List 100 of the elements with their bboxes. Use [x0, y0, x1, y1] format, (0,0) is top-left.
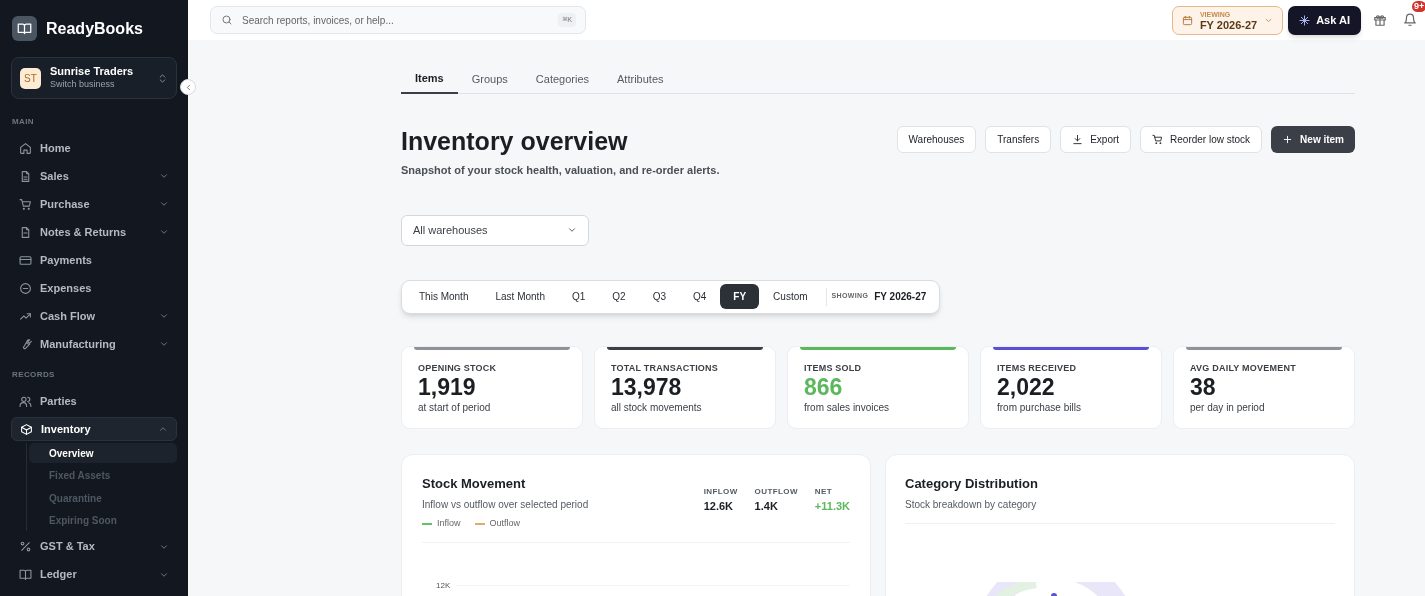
axis-label: 12K: [436, 579, 451, 592]
stat-label: TOTAL TRANSACTIONS: [611, 361, 720, 375]
section-heading: RECORDS: [11, 369, 56, 381]
sidebar-item[interactable]: Ledger: [11, 562, 177, 587]
sidebar-item[interactable]: Parties: [11, 389, 177, 413]
home-icon: [19, 141, 32, 155]
calendar-icon: [1181, 14, 1193, 26]
period-tab[interactable]: Q1: [558, 284, 599, 309]
period-tab[interactable]: This Month: [406, 284, 482, 309]
period-tab[interactable]: FY: [720, 284, 760, 309]
percent-icon: [19, 540, 32, 553]
tab[interactable]: Groups: [457, 64, 522, 94]
business-hint: Switch business: [50, 78, 116, 91]
card-title: Stock Movement: [422, 474, 527, 493]
sidebar-item[interactable]: Payments: [11, 248, 177, 272]
people-icon: [19, 394, 32, 408]
period-tab[interactable]: Q4: [680, 284, 720, 309]
notification-badge: 9+: [1412, 1, 1425, 12]
document-icon: [19, 225, 32, 239]
card-subtitle: Stock breakdown by category: [905, 498, 1038, 512]
card-subtitle: Inflow vs outflow over selected period: [422, 498, 590, 512]
action-button[interactable]: Export: [1060, 126, 1132, 153]
bell-icon: [1403, 13, 1417, 27]
sidebar-item[interactable]: Cash Flow: [11, 304, 177, 328]
stat-label: ITEMS SOLD: [804, 361, 863, 375]
total-label: INFLOW: [703, 485, 738, 498]
book-icon: [19, 568, 32, 581]
stat-note: per day in period: [1190, 401, 1266, 415]
cart-icon: [1152, 134, 1164, 145]
sidebar-item[interactable]: Purchase: [11, 192, 177, 216]
stat-note: from sales invoices: [804, 401, 891, 415]
sidebar-item[interactable]: Inventory: [11, 417, 177, 441]
sidebar-item[interactable]: Expenses: [11, 276, 177, 300]
minus-circle-icon: [19, 281, 32, 295]
period-tab[interactable]: Q2: [599, 284, 639, 309]
section-heading: MAIN: [11, 116, 36, 128]
business-name: Sunrise Traders: [50, 65, 135, 78]
legend-label: Outflow: [489, 517, 521, 530]
stat-label: ITEMS RECEIVED: [997, 361, 1078, 375]
sidebar-item[interactable]: GST & Tax: [11, 534, 177, 559]
total-label: NET: [814, 485, 834, 498]
stat-label: OPENING STOCK: [418, 361, 498, 375]
sidebar-item[interactable]: Manufacturing: [11, 332, 177, 356]
warehouse-dropdown[interactable]: All warehouses: [401, 214, 589, 246]
page-title: Inventory overview: [401, 126, 629, 156]
card-icon: [19, 253, 32, 267]
business-avatar: ST: [20, 67, 41, 89]
stat-value: 866: [804, 375, 844, 400]
period-tab[interactable]: Q3: [639, 284, 679, 309]
page-subtitle: Snapshot of your stock health, valuation, and re-order alerts.: [401, 163, 721, 178]
period-tab[interactable]: Last Month: [482, 284, 558, 309]
collapse-button[interactable]: [180, 79, 196, 95]
stat-label: AVG DAILY MOVEMENT: [1190, 361, 1297, 375]
tab[interactable]: Categories: [521, 64, 604, 94]
total-value: +11.3K: [814, 498, 850, 514]
app-name: ReadyBooks: [46, 18, 143, 39]
total-value: 12.6K: [703, 498, 734, 514]
gift-button[interactable]: [1373, 13, 1387, 27]
plus-icon: [1282, 134, 1294, 145]
download-icon: [1072, 134, 1084, 145]
updown-icon: [157, 72, 168, 84]
document-icon: [19, 169, 32, 183]
chevron-down-icon: [159, 227, 169, 237]
business-switcher[interactable]: ST Sunrise Traders Switch business: [11, 57, 177, 99]
cart-icon: [19, 197, 32, 211]
legend-label: Inflow: [437, 517, 461, 530]
stat-note: at start of period: [418, 401, 492, 415]
total-label: OUTFLOW: [754, 485, 798, 498]
chevron-up-icon: [158, 424, 168, 434]
chevron-down-icon: [567, 225, 577, 235]
action-button[interactable]: Reorder low stock: [1140, 126, 1263, 153]
action-button[interactable]: New item: [1271, 126, 1355, 153]
chevron-down-icon: [159, 199, 169, 209]
tab[interactable]: Attributes: [603, 64, 678, 94]
stat-note: from purchase bills: [997, 401, 1082, 415]
sparkle-icon: [1299, 14, 1311, 26]
stat-note: all stock movements: [611, 401, 703, 415]
sidebar-item[interactable]: Sales: [11, 164, 177, 188]
action-button[interactable]: Transfers: [985, 126, 1052, 153]
stat-value: 13,978: [611, 375, 683, 400]
chevron-down-icon: [159, 311, 169, 321]
notifications-button[interactable]: [1403, 13, 1417, 27]
search-icon: [221, 14, 233, 26]
tab[interactable]: Items: [401, 64, 458, 94]
stat-value: 1,919: [418, 375, 477, 400]
total-value: 1.4K: [754, 498, 779, 514]
chevron-down-icon: [159, 339, 169, 349]
action-button[interactable]: Warehouses: [896, 126, 977, 153]
card-title: Category Distribution: [905, 474, 1039, 493]
stat-value: 38: [1190, 375, 1217, 400]
ask-ai-button[interactable]: Ask AI: [1288, 5, 1361, 35]
stat-value: 2,022: [997, 375, 1056, 400]
shortcut-hint: ⌘K: [558, 13, 576, 27]
sidebar-item[interactable]: Home: [11, 136, 177, 160]
submenu-item[interactable]: Overview: [29, 443, 177, 463]
gift-icon: [1373, 13, 1387, 27]
book-icon: [17, 21, 32, 36]
period-tab[interactable]: Custom: [760, 284, 821, 309]
chevron-down-icon: [159, 171, 169, 181]
sidebar-item[interactable]: Notes & Returns: [11, 220, 177, 244]
